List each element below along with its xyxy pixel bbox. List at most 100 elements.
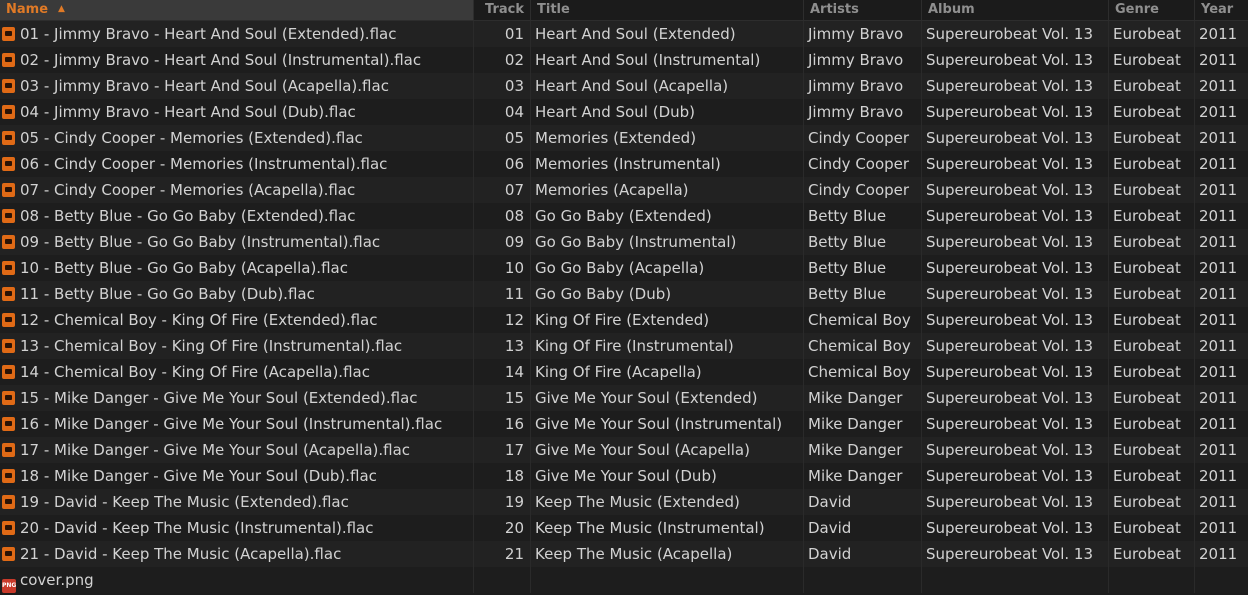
column-header-name-label: Name [6,2,49,17]
column-header-album-label: Album [928,2,975,17]
audio-file-icon [2,365,15,379]
file-name: 19 - David - Keep The Music (Extended).f… [20,493,349,511]
audio-file-icon [2,313,15,327]
cell-year: 2011 [1199,389,1238,407]
file-name: 10 - Betty Blue - Go Go Baby (Acapella).… [20,259,348,277]
cell-title: Give Me Your Soul (Dub) [531,463,804,489]
column-header-genre[interactable]: Genre [1109,0,1195,20]
cell-year: 2011 [1199,363,1238,381]
file-table: Name ▲ Track Title Artists Album Genre Ye… [0,0,1248,595]
file-name: 05 - Cindy Cooper - Memories (Extended).… [20,129,363,147]
cell-artist: Jimmy Bravo [804,47,922,73]
cell-name: 06 - Cindy Cooper - Memories (Instrument… [0,151,474,177]
cell-artist: Betty Blue [804,229,922,255]
cell-artist: Betty Blue [804,203,922,229]
cell-album [922,567,1109,593]
cell-title [531,567,804,593]
cell-year: 2011 [1199,181,1238,199]
cell-track: 19 [474,489,531,515]
file-row[interactable]: 01 - Jimmy Bravo - Heart And Soul (Exten… [0,21,1248,47]
cell-name: 13 - Chemical Boy - King Of Fire (Instru… [0,333,474,359]
cell-genre: Eurobeat [1109,177,1195,203]
cell-genre: Eurobeat [1109,73,1195,99]
column-header-year[interactable]: Year [1195,0,1248,20]
file-row[interactable]: 09 - Betty Blue - Go Go Baby (Instrument… [0,229,1248,255]
file-row[interactable]: 16 - Mike Danger - Give Me Your Soul (In… [0,411,1248,437]
file-row[interactable]: 15 - Mike Danger - Give Me Your Soul (Ex… [0,385,1248,411]
cell-artist: Jimmy Bravo [804,21,922,47]
file-name: 20 - David - Keep The Music (Instrumenta… [20,519,374,537]
cell-artist: Mike Danger [804,411,922,437]
cell-year: 2011 [1199,545,1238,563]
file-row[interactable]: 11 - Betty Blue - Go Go Baby (Dub).flac 1… [0,281,1248,307]
file-row[interactable]: 10 - Betty Blue - Go Go Baby (Acapella).… [0,255,1248,281]
file-name: 01 - Jimmy Bravo - Heart And Soul (Exten… [20,25,397,43]
cell-genre: Eurobeat [1109,489,1195,515]
file-row[interactable]: 12 - Chemical Boy - King Of Fire (Extend… [0,307,1248,333]
cell-name: 17 - Mike Danger - Give Me Your Soul (Ac… [0,437,474,463]
cell-track: 08 [474,203,531,229]
cell-artist: Cindy Cooper [804,177,922,203]
file-row[interactable]: PNG cover.png [0,567,1248,593]
cell-genre: Eurobeat [1109,541,1195,567]
cell-track: 01 [474,21,531,47]
audio-file-icon [2,443,15,457]
file-row[interactable]: 07 - Cindy Cooper - Memories (Acapella).… [0,177,1248,203]
cell-year: 2011 [1199,337,1238,355]
file-row[interactable]: 02 - Jimmy Bravo - Heart And Soul (Instr… [0,47,1248,73]
cell-year [1195,567,1248,593]
cell-name: 01 - Jimmy Bravo - Heart And Soul (Exten… [0,21,474,47]
cell-year: 2011 [1199,311,1238,329]
cell-track: 20 [474,515,531,541]
column-header-name[interactable]: Name ▲ [0,0,474,20]
file-row[interactable]: 17 - Mike Danger - Give Me Your Soul (Ac… [0,437,1248,463]
cell-track: 17 [474,437,531,463]
cell-title: Go Go Baby (Acapella) [531,255,804,281]
file-name: 15 - Mike Danger - Give Me Your Soul (Ex… [20,389,418,407]
file-row[interactable]: 14 - Chemical Boy - King Of Fire (Acapel… [0,359,1248,385]
file-name: 03 - Jimmy Bravo - Heart And Soul (Acape… [20,77,389,95]
file-row[interactable]: 06 - Cindy Cooper - Memories (Instrument… [0,151,1248,177]
file-row[interactable]: 21 - David - Keep The Music (Acapella).f… [0,541,1248,567]
audio-file-icon [2,391,15,405]
cell-title: Heart And Soul (Instrumental) [531,47,804,73]
cell-genre [1109,567,1195,593]
cell-name: 19 - David - Keep The Music (Extended).f… [0,489,474,515]
file-row[interactable]: 04 - Jimmy Bravo - Heart And Soul (Dub).… [0,99,1248,125]
cell-genre: Eurobeat [1109,255,1195,281]
audio-file-icon [2,339,15,353]
cell-name: 21 - David - Keep The Music (Acapella).f… [0,541,474,567]
file-row[interactable]: 05 - Cindy Cooper - Memories (Extended).… [0,125,1248,151]
column-header-title[interactable]: Title [531,0,804,20]
cell-year: 2011 [1199,233,1238,251]
file-row[interactable]: 13 - Chemical Boy - King Of Fire (Instru… [0,333,1248,359]
cell-track [474,567,531,593]
cell-genre: Eurobeat [1109,203,1195,229]
cell-album: Supereurobeat Vol. 13 [922,125,1109,151]
file-row[interactable]: 19 - David - Keep The Music (Extended).f… [0,489,1248,515]
cell-name: 05 - Cindy Cooper - Memories (Extended).… [0,125,474,151]
cell-genre: Eurobeat [1109,307,1195,333]
audio-file-icon [2,235,15,249]
audio-file-icon [2,287,15,301]
column-header-track[interactable]: Track [474,0,531,20]
file-row[interactable]: 03 - Jimmy Bravo - Heart And Soul (Acape… [0,73,1248,99]
cell-artist: Jimmy Bravo [804,99,922,125]
file-row[interactable]: 08 - Betty Blue - Go Go Baby (Extended).… [0,203,1248,229]
cell-year: 2011 [1199,493,1238,511]
cell-genre: Eurobeat [1109,151,1195,177]
cell-album: Supereurobeat Vol. 13 [922,21,1109,47]
file-row[interactable]: 18 - Mike Danger - Give Me Your Soul (Du… [0,463,1248,489]
file-name: 13 - Chemical Boy - King Of Fire (Instru… [20,337,403,355]
column-header-track-label: Track [485,2,524,17]
column-header-artists[interactable]: Artists [804,0,922,20]
file-name: 06 - Cindy Cooper - Memories (Instrument… [20,155,388,173]
cell-artist: Betty Blue [804,281,922,307]
file-name: 16 - Mike Danger - Give Me Your Soul (In… [20,415,443,433]
file-row[interactable]: 20 - David - Keep The Music (Instrumenta… [0,515,1248,541]
audio-file-icon [2,27,15,41]
cell-genre: Eurobeat [1109,437,1195,463]
column-header-album[interactable]: Album [922,0,1109,20]
cell-title: Heart And Soul (Extended) [531,21,804,47]
cell-title: Memories (Acapella) [531,177,804,203]
